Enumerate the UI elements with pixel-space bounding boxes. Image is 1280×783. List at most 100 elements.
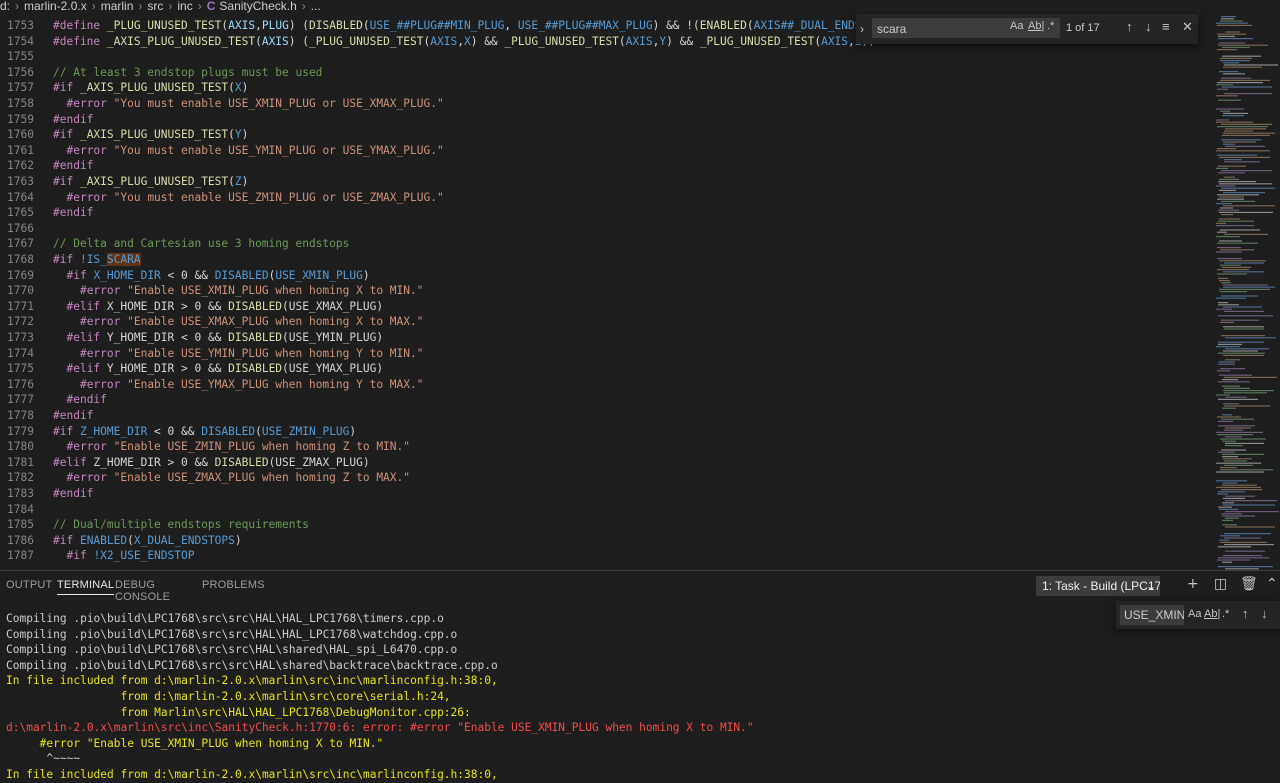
arrow-up-icon[interactable]: ↑ [1242, 606, 1249, 621]
minimap-line [1216, 95, 1238, 97]
split-terminal-icon[interactable]: ◫ [1214, 576, 1227, 592]
toggle-replace-icon[interactable]: › [860, 22, 864, 36]
chevron-right-icon: › [91, 0, 96, 13]
tab-problems[interactable]: PROBLEMS [202, 579, 265, 591]
code-text: #if _AXIS_PLUG_UNUSED_TEST(Y) [53, 128, 249, 142]
code-text: #error "Enable USE_ZMIN_PLUG when homing… [66, 440, 411, 454]
minimap-line [1223, 504, 1275, 506]
minimap-line [1223, 143, 1235, 145]
code-text: #if ENABLED(X_DUAL_ENDSTOPS) [53, 533, 242, 547]
breadcrumb-item-repo[interactable]: marlin-2.0.x [24, 0, 87, 13]
minimap-line [1221, 489, 1262, 491]
chevron-up-icon[interactable]: ⌃ [1266, 576, 1278, 592]
minimap-line [1224, 262, 1264, 264]
breadcrumb-item-marlin[interactable]: marlin [101, 0, 134, 13]
minimap-line [1219, 374, 1252, 376]
trash-icon[interactable]: 🗑 [1240, 576, 1258, 592]
code-text: #error "You must enable USE_YMIN_PLUG or… [66, 143, 444, 157]
line-number: 1782 [7, 471, 34, 485]
minimap-line [1221, 77, 1251, 79]
minimap-line [1225, 442, 1264, 444]
breadcrumb-item-inc[interactable]: inc [177, 0, 192, 13]
breadcrumb-item-symbol[interactable]: ... [311, 0, 321, 13]
regex-toggle[interactable]: .* [1047, 20, 1054, 32]
arrow-down-icon[interactable]: ↓ [1261, 606, 1268, 621]
close-icon[interactable]: ✕ [1182, 19, 1193, 35]
minimap-line [1223, 112, 1248, 114]
minimap-line [1225, 445, 1243, 447]
minimap-line [1224, 159, 1242, 161]
minimap-line [1218, 425, 1255, 427]
line-number: 1770 [7, 284, 34, 298]
line-number: 1763 [7, 175, 34, 188]
breadcrumb-item-drive[interactable]: d: [0, 0, 10, 13]
minimap-line [1225, 337, 1276, 339]
minimap-line [1222, 519, 1233, 521]
terminal-find-input[interactable]: USE_XMIN... [1120, 605, 1184, 625]
minimap-line [1216, 203, 1232, 205]
arrow-down-icon[interactable]: ↓ [1145, 19, 1152, 34]
minimap-line [1218, 398, 1258, 400]
code-text: #elif Y_HOME_DIR > 0 && DISABLED(USE_YMA… [66, 362, 384, 376]
match-case-toggle[interactable]: Aa [1188, 608, 1201, 620]
minimap-line [1216, 480, 1247, 482]
minimap-line [1217, 493, 1228, 495]
minimap-line [1216, 486, 1261, 488]
minimap-line [1219, 280, 1230, 282]
code-text: #endif [53, 409, 94, 422]
arrow-up-icon[interactable]: ↑ [1126, 19, 1133, 34]
find-in-selection-icon[interactable]: ≡ [1162, 19, 1170, 34]
minimap-line [1223, 286, 1275, 288]
minimap-line [1225, 517, 1239, 519]
chevron-right-icon: › [301, 0, 306, 13]
minimap-line [1224, 176, 1235, 178]
line-number: 1787 [7, 549, 34, 563]
line-number: 1786 [7, 533, 34, 547]
tab-terminal[interactable]: TERMINAL [57, 579, 115, 595]
tab-debug-console[interactable]: DEBUG CONSOLE [115, 579, 170, 603]
terminal-output[interactable]: Compiling .pio\build\LPC1768\src\src\HAL… [6, 611, 1106, 783]
minimap-line [1218, 99, 1241, 101]
minimap-line [1220, 291, 1247, 293]
new-terminal-icon[interactable]: + [1187, 576, 1199, 592]
minimap-line [1220, 541, 1267, 543]
minimap-line [1224, 93, 1272, 95]
breadcrumb-item-src[interactable]: src [147, 0, 163, 13]
line-number: 1753 [7, 19, 34, 32]
regex-toggle[interactable]: .* [1222, 608, 1229, 620]
match-whole-word-toggle[interactable]: Ab| [1028, 20, 1044, 32]
minimap-line [1225, 427, 1251, 429]
line-number: 1767 [7, 237, 34, 251]
code-text: #if !X2_USE_ENDSTOP [66, 549, 195, 563]
match-whole-word-toggle[interactable]: Ab| [1204, 608, 1220, 620]
minimap-line [1225, 145, 1265, 147]
minimap-line [1218, 451, 1235, 453]
code-editor[interactable]: 1753 #define _PLUG_UNUSED_TEST(AXIS,PLUG)… [0, 14, 1210, 570]
minimap-line [1218, 304, 1239, 306]
minimap-line [1223, 497, 1245, 499]
minimap-line [1221, 449, 1246, 451]
minimap-line [1224, 537, 1261, 539]
terminal-line: d:\marlin-2.0.x\marlin\src\inc\SanityChe… [6, 721, 754, 735]
minimap-line [1222, 115, 1244, 117]
breadcrumb-item-file[interactable]: SanityCheck.h [219, 0, 296, 13]
minimap-line [1218, 277, 1228, 279]
match-case-toggle[interactable]: Aa [1010, 20, 1023, 32]
minimap-line [1225, 495, 1255, 497]
terminal-line: In file included from d:\marlin-2.0.x\ma… [6, 674, 498, 688]
c-file-icon: C [206, 0, 216, 13]
minimap[interactable] [1210, 14, 1280, 570]
minimap-line [1220, 79, 1270, 81]
minimap-line [1225, 348, 1269, 350]
minimap-line [1223, 326, 1264, 328]
minimap-line [1221, 282, 1231, 284]
code-text: #endif [66, 393, 107, 407]
minimap-line [1220, 249, 1254, 251]
minimap-line [1225, 359, 1240, 361]
terminal-select[interactable]: 1: Task - Build (LPC1768 ⌄ [1036, 576, 1160, 596]
minimap-line [1219, 240, 1242, 242]
line-number: 1771 [7, 299, 34, 313]
minimap-line [1224, 544, 1274, 546]
code-text: #endif [53, 159, 94, 173]
tab-output[interactable]: OUTPUT [6, 579, 52, 591]
